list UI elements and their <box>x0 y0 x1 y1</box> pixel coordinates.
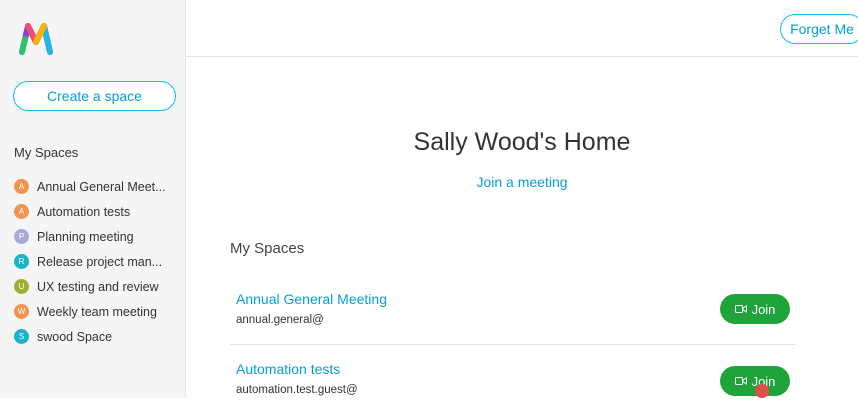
sidebar-item-release-project[interactable]: R Release project man... <box>14 249 184 274</box>
sidebar-item-automation-tests[interactable]: A Automation tests <box>14 199 184 224</box>
spaces-heading: My Spaces <box>230 240 305 257</box>
create-space-button[interactable]: Create a space <box>13 81 176 111</box>
sidebar-item-label: Release project man... <box>37 254 163 269</box>
space-avatar: A <box>14 204 29 219</box>
join-button-label: Join <box>751 301 776 317</box>
sidebar-item-planning-meeting[interactable]: P Planning meeting <box>14 224 184 249</box>
page-title: Sally Wood's Home <box>413 128 631 156</box>
join-button[interactable]: Join <box>720 294 790 324</box>
video-camera-icon <box>734 377 747 385</box>
space-row: Annual General Meeting annual.general@ J… <box>230 288 796 345</box>
space-avatar: A <box>14 179 29 194</box>
sidebar-item-label: Automation tests <box>37 204 131 219</box>
video-camera-icon <box>734 305 747 313</box>
space-row: Automation tests automation.test.guest@ … <box>230 358 796 414</box>
space-address: automation.test.guest@ <box>236 384 358 396</box>
cursor-indicator <box>755 384 769 398</box>
app-logo-icon <box>19 23 53 55</box>
sidebar-item-weekly-team-meeting[interactable]: W Weekly team meeting <box>14 299 184 324</box>
space-avatar: R <box>14 254 29 269</box>
space-avatar: P <box>14 229 29 244</box>
top-bar: Forget Me <box>186 0 858 57</box>
sidebar-item-swood-space[interactable]: S swood Space <box>14 324 184 349</box>
sidebar-item-label: swood Space <box>37 329 113 344</box>
space-name-link[interactable]: Automation tests <box>236 361 340 377</box>
space-avatar: W <box>14 304 29 319</box>
sidebar-item-annual-general-meeting[interactable]: A Annual General Meet... <box>14 174 184 199</box>
space-address: annual.general@ <box>236 314 324 326</box>
sidebar-item-label: Weekly team meeting <box>37 304 157 319</box>
forget-me-button[interactable]: Forget Me <box>780 14 858 44</box>
sidebar-item-ux-testing[interactable]: U UX testing and review <box>14 274 184 299</box>
sidebar-item-label: UX testing and review <box>37 279 159 294</box>
space-avatar: S <box>14 329 29 344</box>
sidebar-space-list: A Annual General Meet... A Automation te… <box>14 174 184 349</box>
sidebar-item-label: Planning meeting <box>37 229 134 244</box>
space-name-link[interactable]: Annual General Meeting <box>236 291 387 307</box>
sidebar: Create a space My Spaces A Annual Genera… <box>0 0 186 398</box>
space-avatar: U <box>14 279 29 294</box>
sidebar-item-label: Annual General Meet... <box>37 179 166 194</box>
sidebar-heading: My Spaces <box>14 145 79 160</box>
join-meeting-link[interactable]: Join a meeting <box>186 174 858 190</box>
